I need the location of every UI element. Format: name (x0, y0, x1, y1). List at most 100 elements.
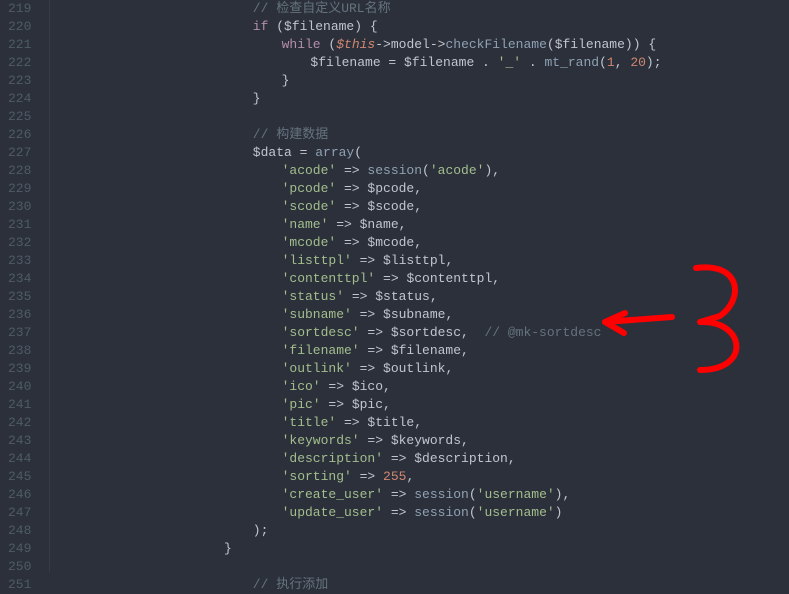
code-line[interactable]: // 检查自定义URL名称 (56, 0, 661, 18)
token: $status (375, 289, 430, 304)
code-line[interactable]: } (56, 72, 661, 90)
token: $mcode (367, 235, 414, 250)
code-line[interactable]: 'keywords' => $keywords, (56, 432, 661, 450)
line-number: 241 (8, 396, 31, 414)
token: = (381, 55, 404, 70)
code-editor[interactable]: 2192202212222232242252262272282292302312… (0, 0, 789, 572)
code-line[interactable]: 'listtpl' => $listtpl, (56, 252, 661, 270)
code-line[interactable]: if ($filename) { (56, 18, 661, 36)
token: } (282, 73, 290, 88)
code-line[interactable]: 'create_user' => session('username'), (56, 486, 661, 504)
line-number: 239 (8, 360, 31, 378)
code-line[interactable]: 'mcode' => $mcode, (56, 234, 661, 252)
code-line[interactable] (56, 108, 661, 126)
line-number: 244 (8, 450, 31, 468)
code-line[interactable]: 'update_user' => session('username') (56, 504, 661, 522)
code-line[interactable]: 'ico' => $ico, (56, 378, 661, 396)
token: array (315, 145, 354, 160)
code-line[interactable]: while ($this->model->checkFilename($file… (56, 36, 661, 54)
token: 'outlink' (282, 361, 352, 376)
token: 'sortdesc' (282, 325, 360, 340)
token: 'title' (282, 415, 337, 430)
code-line[interactable]: 'title' => $title, (56, 414, 661, 432)
token: , (445, 307, 453, 322)
code-line[interactable]: 'subname' => $subname, (56, 306, 661, 324)
code-line[interactable]: $filename = $filename . '_' . mt_rand(1,… (56, 54, 661, 72)
token: 'create_user' (282, 487, 383, 502)
token: 20 (630, 55, 646, 70)
code-line[interactable]: 'sortdesc' => $sortdesc, // @mk-sortdesc (56, 324, 661, 342)
code-line[interactable]: // 执行添加 (56, 576, 661, 594)
line-number: 234 (8, 270, 31, 288)
code-line[interactable]: 'pic' => $pic, (56, 396, 661, 414)
token: } (224, 541, 232, 556)
code-line[interactable]: 'scode' => $scode, (56, 198, 661, 216)
token: ( (354, 145, 362, 160)
token: => (383, 451, 414, 466)
token: ( (469, 505, 477, 520)
line-number: 236 (8, 306, 31, 324)
code-line[interactable]: 'status' => $status, (56, 288, 661, 306)
token: ), (555, 487, 571, 502)
line-number: 220 (8, 18, 31, 36)
code-line[interactable]: 'outlink' => $outlink, (56, 360, 661, 378)
code-line[interactable]: } (56, 540, 661, 558)
token: ); (253, 523, 269, 538)
token: , (492, 271, 500, 286)
token: , (461, 433, 469, 448)
line-number: 250 (8, 558, 31, 576)
token: 'acode' (430, 163, 485, 178)
token: , (414, 181, 422, 196)
code-line[interactable] (56, 558, 661, 576)
token: , (461, 325, 484, 340)
token: => (336, 415, 367, 430)
token: 'name' (282, 217, 329, 232)
token: => (352, 253, 383, 268)
token: ( (469, 487, 477, 502)
line-number-gutter: 2192202212222232242252262272282292302312… (0, 0, 50, 572)
code-line[interactable]: 'description' => $description, (56, 450, 661, 468)
code-line[interactable]: $data = array( (56, 144, 661, 162)
token: => (352, 361, 383, 376)
line-number: 224 (8, 90, 31, 108)
token: . (474, 55, 497, 70)
token: , (445, 253, 453, 268)
token: => (352, 307, 383, 322)
token: 'acode' (282, 163, 337, 178)
token: $ico (352, 379, 383, 394)
token: -> (375, 37, 391, 52)
line-number: 226 (8, 126, 31, 144)
token: => (360, 433, 391, 448)
token: 'sorting' (282, 469, 352, 484)
code-area[interactable]: // 检查自定义URL名称if ($filename) {while ($thi… (50, 0, 661, 572)
token: if (253, 19, 269, 34)
token: 'update_user' (282, 505, 383, 520)
code-line[interactable]: 'pcode' => $pcode, (56, 180, 661, 198)
line-number: 228 (8, 162, 31, 180)
token: = (292, 145, 315, 160)
token: ) { (354, 19, 377, 34)
token: $sortdesc (391, 325, 461, 340)
token: ) (555, 505, 563, 520)
code-line[interactable]: 'filename' => $filename, (56, 342, 661, 360)
code-line[interactable]: 'acode' => session('acode'), (56, 162, 661, 180)
token: checkFilename (445, 37, 546, 52)
line-number: 235 (8, 288, 31, 306)
token: $pcode (367, 181, 414, 196)
line-number: 248 (8, 522, 31, 540)
token: 'contenttpl' (282, 271, 376, 286)
code-line[interactable]: } (56, 90, 661, 108)
token: => (383, 487, 414, 502)
token: $filename (391, 343, 461, 358)
token: 'status' (282, 289, 344, 304)
token: , (399, 217, 407, 232)
line-number: 230 (8, 198, 31, 216)
code-line[interactable]: 'name' => $name, (56, 216, 661, 234)
token: => (360, 325, 391, 340)
token: $filename (404, 55, 474, 70)
code-line[interactable]: 'sorting' => 255, (56, 468, 661, 486)
token: => (375, 271, 406, 286)
code-line[interactable]: ); (56, 522, 661, 540)
code-line[interactable]: // 构建数据 (56, 126, 661, 144)
code-line[interactable]: 'contenttpl' => $contenttpl, (56, 270, 661, 288)
